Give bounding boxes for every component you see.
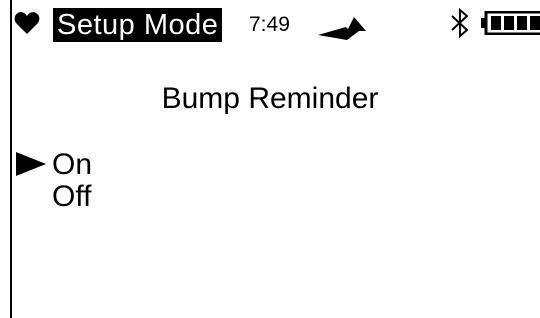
signal-icon [318, 17, 366, 40]
battery-icon [481, 11, 540, 35]
device-screen: Setup Mode 7:49 Bump Reminder On Off [0, 0, 540, 318]
screen-left-border [10, 0, 12, 318]
menu-option-off[interactable]: Off [52, 180, 91, 214]
heart-icon [14, 12, 40, 35]
screen-title: Bump Reminder [161, 82, 379, 115]
setup-mode-indicator: Setup Mode [53, 8, 223, 42]
bluetooth-icon [451, 7, 469, 39]
menu-option-on[interactable]: On [52, 148, 92, 182]
status-bar: Setup Mode 7:49 [0, 0, 540, 44]
clock-time: 7:49 [249, 13, 290, 36]
selection-pointer-icon [16, 152, 46, 176]
